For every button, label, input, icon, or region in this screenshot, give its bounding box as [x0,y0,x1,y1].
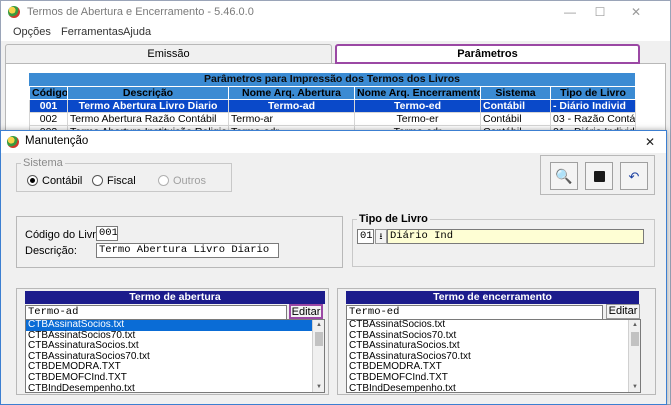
abertura-edit-button[interactable]: Editar [289,304,323,319]
table-row[interactable]: 001 Termo Abertura Livro Diario Termo-ad Te… [29,99,636,113]
tipo-livro-description[interactable]: Diário Ind [387,229,644,244]
tab-emissao[interactable]: Emissão [5,44,332,64]
table-row[interactable]: 002 Termo Abertura Razão Contábil Termo-ar… [29,112,636,126]
table-cell: Termo-ed [354,99,481,113]
abertura-header: Termo de abertura [25,291,325,304]
list-item[interactable]: CTBIndDesempenho.txt [347,383,628,392]
maximize-icon[interactable]: ☐ [585,4,615,20]
grid-header-row: Código Descrição Nome Arq. Abertura Nome Ar… [29,86,636,100]
radio-fiscal-label: Fiscal [107,175,136,187]
scroll-up-icon[interactable]: ▲ [313,320,324,330]
scroll-thumb[interactable] [315,332,323,346]
radio-fiscal-icon [92,175,103,186]
tab-parametros[interactable]: Parâmetros [335,44,640,64]
undo-icon: ↶ [628,169,640,184]
encerramento-items: CTBAssinatSocios.txt CTBAssinatSocios70.t… [347,320,640,392]
descricao-input[interactable]: Termo Abertura Livro Diario [96,243,279,258]
tipo-livro-lookup-button[interactable]: ⭳ [375,229,387,244]
list-item[interactable]: CTBAssinatSocios.txt [347,320,628,331]
grid-column-header[interactable]: Sistema [480,86,551,100]
list-item[interactable]: CTBDEMOFCInd.TXT [347,372,628,384]
scroll-thumb[interactable] [631,332,639,346]
encerramento-scrollbar[interactable]: ▲ ▼ [628,320,640,392]
minimize-icon[interactable]: — [555,4,585,20]
encerramento-file-list[interactable]: CTBAssinatSocios.txt CTBAssinatSocios70.t… [346,319,641,393]
encerramento-header: Termo de encerramento [346,291,639,304]
search-button[interactable]: 🔍 [550,162,578,190]
scroll-down-icon[interactable]: ▼ [313,382,324,392]
radio-contabil[interactable]: Contábil [27,175,82,187]
table-cell: Termo-er [354,112,481,126]
table-cell: 001 [29,99,68,113]
table-cell: Termo Abertura Livro Diario [67,99,229,113]
codigo-input[interactable]: 001 [96,226,118,241]
scroll-up-icon[interactable]: ▲ [629,320,640,330]
undo-button[interactable]: ↶ [620,162,648,190]
grid-column-header[interactable]: Tipo de Livro [550,86,636,100]
abertura-items: CTBAssinatSocios.txt CTBAssinatSocios70.t… [26,320,324,392]
scroll-down-icon[interactable]: ▼ [629,382,640,392]
radio-outros-label: Outros [173,175,207,187]
abertura-scrollbar[interactable]: ▲ ▼ [312,320,324,392]
table-cell: Contábil [480,99,551,113]
main-window-title: Termos de Abertura e Encerramento - 5.46… [27,6,254,18]
table-cell: Termo-ad [228,99,355,113]
tipo-livro-code[interactable]: 01 [357,229,374,244]
table-cell: Contábil [480,112,551,126]
menu-opcoes[interactable]: Opções [13,26,51,38]
menu-bar: Opções Ferramentas Ajuda [1,23,670,41]
codigo-label: Código do Livro: [25,229,106,241]
descricao-label: Descrição: [25,245,77,257]
main-title-bar: Termos de Abertura e Encerramento - 5.46… [1,1,670,23]
dialog-toolbar: 🔍 ↶ [540,155,655,195]
tipo-livro-legend: Tipo de Livro [359,213,428,225]
grid-column-header[interactable]: Código [29,86,68,100]
encerramento-field[interactable]: Termo-ed [346,305,603,320]
dialog-close-icon[interactable]: ✕ [635,134,665,150]
list-item[interactable]: CTBDEMOFCInd.TXT [26,372,312,384]
download-arrow-icon: ⭳ [379,231,383,241]
table-cell: Termo-ar [228,112,355,126]
abertura-file-list[interactable]: CTBAssinatSocios.txt CTBAssinatSocios70.t… [25,319,325,393]
radio-outros: Outros [158,175,206,187]
dialog-title: Manutenção [25,135,89,147]
grid-column-header[interactable]: Nome Arq. Abertura [228,86,355,100]
table-cell: - Diário Individ [550,99,636,113]
grid-column-header[interactable]: Descrição [67,86,229,100]
menu-ajuda[interactable]: Ajuda [123,26,151,38]
dialog-title-bar: Manutenção ✕ [1,131,666,153]
menu-ferramentas[interactable]: Ferramentas [61,26,123,38]
list-item[interactable]: CTBAssinatSocios.txt [26,320,312,331]
list-item[interactable]: CTBIndDesempenho.txt [26,383,312,392]
abertura-field[interactable]: Termo-ad [25,305,287,320]
grid-caption: Parâmetros para Impressão dos Termos dos… [29,73,635,86]
table-cell: 002 [29,112,68,126]
magnifier-icon: 🔍 [555,168,573,184]
close-icon[interactable]: ✕ [621,4,651,20]
livro-box [16,216,343,268]
dialog-app-icon [7,136,19,148]
radio-contabil-label: Contábil [42,175,83,187]
encerramento-edit-button[interactable]: Editar [606,304,640,319]
table-cell: 03 - Razão Contá [550,112,636,126]
radio-fiscal[interactable]: Fiscal [92,175,136,187]
radio-outros-icon [158,175,169,186]
app-icon [8,6,20,18]
save-button[interactable] [585,162,613,190]
sistema-legend: Sistema [23,157,63,169]
radio-contabil-icon [27,175,38,186]
grid-column-header[interactable]: Nome Arq. Encerramento [354,86,481,100]
floppy-disk-icon [593,171,605,182]
table-cell: Termo Abertura Razão Contábil [67,112,229,126]
